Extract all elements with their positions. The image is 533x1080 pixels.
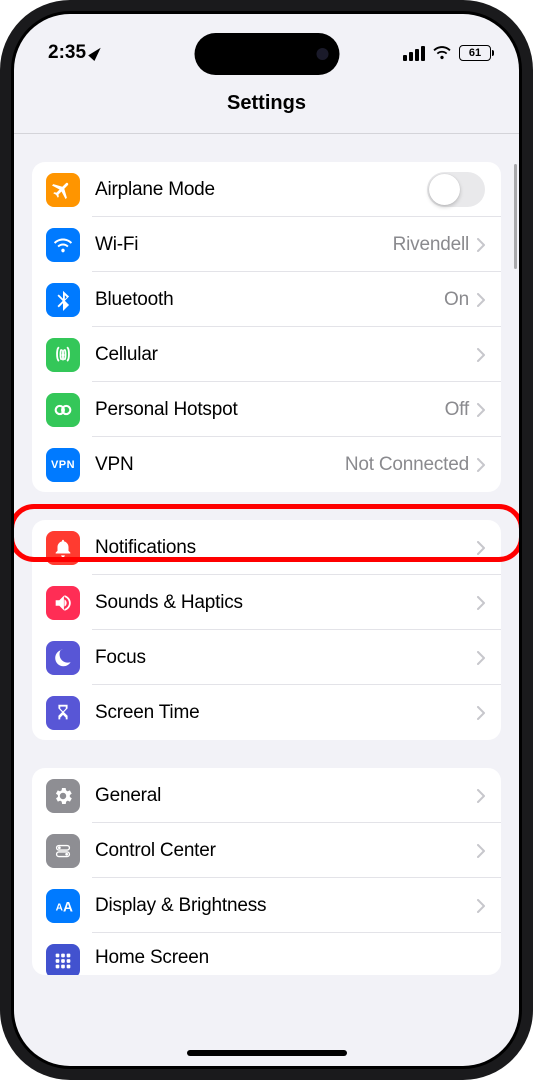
chevron-right-icon [477, 844, 485, 858]
chevron-right-icon [477, 899, 485, 913]
row-label: Wi-Fi [95, 234, 393, 256]
row-label: Personal Hotspot [95, 399, 445, 421]
row-label: Home Screen [95, 947, 485, 969]
battery-icon: 61 [459, 45, 491, 61]
row-general[interactable]: General [32, 768, 501, 823]
home-grid-icon [46, 944, 80, 975]
row-label: Cellular [95, 344, 477, 366]
row-display-brightness[interactable]: AA Display & Brightness [32, 878, 501, 933]
row-sounds-haptics[interactable]: Sounds & Haptics [32, 575, 501, 630]
vpn-icon: VPN [46, 448, 80, 482]
cellular-signal-icon [403, 46, 425, 61]
moon-icon [46, 641, 80, 675]
speaker-icon [46, 586, 80, 620]
scroll-indicator[interactable] [514, 164, 517, 269]
vpn-detail: Not Connected [345, 454, 469, 476]
chevron-right-icon [477, 789, 485, 803]
chevron-right-icon [477, 293, 485, 307]
chevron-right-icon [477, 706, 485, 720]
airplane-toggle[interactable] [427, 172, 485, 207]
row-label: Control Center [95, 840, 477, 862]
location-arrow-icon [88, 45, 104, 61]
toggles-icon [46, 834, 80, 868]
text-size-icon: AA [46, 889, 80, 923]
bluetooth-icon [46, 283, 80, 317]
row-home-screen[interactable]: Home Screen [32, 933, 501, 975]
row-personal-hotspot[interactable]: Personal Hotspot Off [32, 382, 501, 437]
row-label: Display & Brightness [95, 895, 477, 917]
status-time: 2:35 [48, 42, 86, 64]
chevron-right-icon [477, 348, 485, 362]
settings-group-notifications: Notifications Sounds & Haptics [32, 520, 501, 740]
wifi-status-icon [432, 46, 452, 61]
hourglass-icon [46, 696, 80, 730]
bluetooth-detail: On [444, 289, 469, 311]
bell-icon [46, 531, 80, 565]
row-notifications[interactable]: Notifications [32, 520, 501, 575]
row-wifi[interactable]: Wi-Fi Rivendell [32, 217, 501, 272]
hotspot-detail: Off [445, 399, 469, 421]
dynamic-island [194, 33, 339, 75]
chevron-right-icon [477, 541, 485, 555]
hotspot-icon [46, 393, 80, 427]
chevron-right-icon [477, 403, 485, 417]
row-label: Notifications [95, 537, 477, 559]
home-indicator[interactable] [187, 1050, 347, 1056]
chevron-right-icon [477, 596, 485, 610]
row-bluetooth[interactable]: Bluetooth On [32, 272, 501, 327]
page-header: Settings [14, 74, 519, 134]
settings-group-connectivity: Airplane Mode Wi-Fi Rivendell [32, 162, 501, 492]
row-screen-time[interactable]: Screen Time [32, 685, 501, 740]
row-label: Focus [95, 647, 477, 669]
airplane-icon [46, 173, 80, 207]
row-vpn[interactable]: VPN VPN Not Connected [32, 437, 501, 492]
wifi-icon [46, 228, 80, 262]
row-label: VPN [95, 454, 345, 476]
gear-icon [46, 779, 80, 813]
chevron-right-icon [477, 458, 485, 472]
row-label: General [95, 785, 477, 807]
wifi-detail: Rivendell [393, 234, 469, 256]
row-airplane-mode[interactable]: Airplane Mode [32, 162, 501, 217]
settings-group-general: General Control Center AA [32, 768, 501, 975]
page-title: Settings [227, 92, 306, 115]
row-label: Bluetooth [95, 289, 444, 311]
cellular-icon [46, 338, 80, 372]
row-label: Airplane Mode [95, 179, 427, 201]
row-control-center[interactable]: Control Center [32, 823, 501, 878]
chevron-right-icon [477, 238, 485, 252]
row-label: Sounds & Haptics [95, 592, 477, 614]
chevron-right-icon [477, 651, 485, 665]
row-label: Screen Time [95, 702, 477, 724]
svg-text:A: A [63, 899, 73, 914]
row-cellular[interactable]: Cellular [32, 327, 501, 382]
row-focus[interactable]: Focus [32, 630, 501, 685]
